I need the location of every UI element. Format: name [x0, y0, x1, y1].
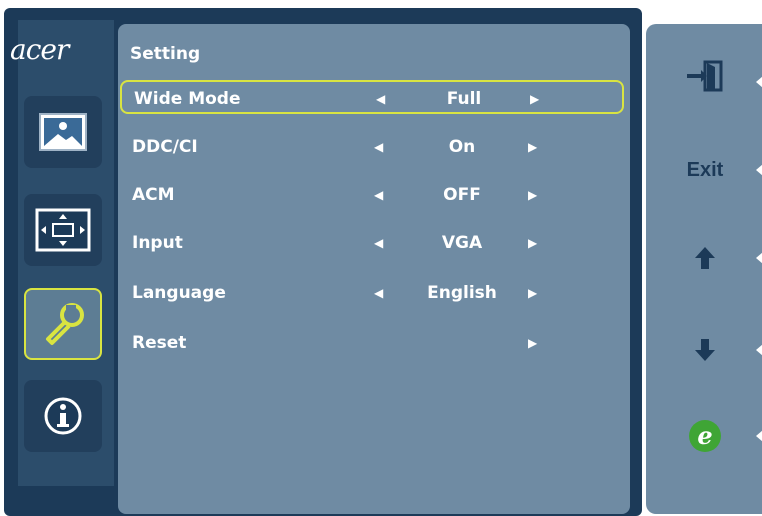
- left-arrow-icon[interactable]: ◀: [374, 276, 383, 310]
- left-arrow-icon[interactable]: ◀: [376, 82, 385, 116]
- empowering-button[interactable]: e: [660, 416, 750, 456]
- exit-label: Exit: [686, 158, 724, 181]
- info-icon: [44, 397, 82, 435]
- row-value: Full: [446, 89, 482, 109]
- row-label: DDC/CI: [132, 137, 198, 157]
- left-arrow-icon[interactable]: ◀: [374, 178, 383, 212]
- row-label: Reset: [132, 333, 187, 353]
- button-pointer-icon: [756, 164, 762, 176]
- row-value: On: [448, 137, 476, 157]
- left-arrow-icon[interactable]: ◀: [374, 226, 383, 260]
- screenshot-frame: acer Setting Wide Mode ◀ Full ▶ DDC/CI ◀…: [0, 0, 762, 516]
- button-pointer-icon: [756, 76, 762, 88]
- menu-row-reset[interactable]: Reset ▶: [120, 326, 624, 360]
- down-button[interactable]: [660, 330, 750, 370]
- nav-information-button[interactable]: [24, 380, 102, 452]
- button-pointer-icon: [756, 430, 762, 442]
- menu-row-ddc-ci[interactable]: DDC/CI ◀ On ▶: [120, 130, 624, 164]
- right-arrow-icon[interactable]: ▶: [528, 178, 537, 212]
- row-label: Wide Mode: [134, 89, 241, 109]
- acer-logo: acer: [10, 33, 69, 66]
- right-arrow-icon[interactable]: ▶: [528, 276, 537, 310]
- nav-display-button[interactable]: [24, 194, 102, 266]
- left-arrow-icon[interactable]: ◀: [374, 130, 383, 164]
- display-position-icon: [35, 208, 91, 252]
- right-arrow-icon[interactable]: ▶: [528, 226, 537, 260]
- up-button[interactable]: [660, 238, 750, 278]
- wrench-icon: [46, 303, 84, 345]
- arrow-down-icon: [695, 339, 715, 361]
- row-label: Language: [132, 283, 226, 303]
- row-label: ACM: [132, 185, 175, 205]
- svg-text:e: e: [697, 421, 712, 450]
- right-arrow-icon[interactable]: ▶: [528, 130, 537, 164]
- right-arrow-icon[interactable]: ▶: [530, 82, 539, 116]
- nav-setting-button[interactable]: [24, 288, 102, 360]
- menu-row-language[interactable]: Language ◀ English ▶: [120, 276, 624, 310]
- picture-icon: [39, 113, 87, 151]
- button-pointer-icon: [756, 252, 762, 264]
- row-value: OFF: [443, 185, 481, 205]
- arrow-up-icon: [695, 247, 715, 269]
- right-arrow-icon[interactable]: ▶: [528, 326, 537, 360]
- row-label: Input: [132, 233, 183, 253]
- menu-row-input[interactable]: Input ◀ VGA ▶: [120, 226, 624, 260]
- exit-text-button[interactable]: Exit: [660, 150, 750, 190]
- menu-row-acm[interactable]: ACM ◀ OFF ▶: [120, 178, 624, 212]
- panel-title: Setting: [130, 44, 201, 64]
- empowering-e-icon: e: [689, 420, 721, 452]
- button-pointer-icon: [756, 344, 762, 356]
- exit-door-icon: [687, 60, 723, 92]
- menu-row-wide-mode[interactable]: Wide Mode ◀ Full ▶: [120, 80, 624, 114]
- nav-picture-button[interactable]: [24, 96, 102, 168]
- row-value: VGA: [441, 233, 483, 253]
- exit-button[interactable]: [660, 56, 750, 96]
- row-value: English: [427, 283, 497, 303]
